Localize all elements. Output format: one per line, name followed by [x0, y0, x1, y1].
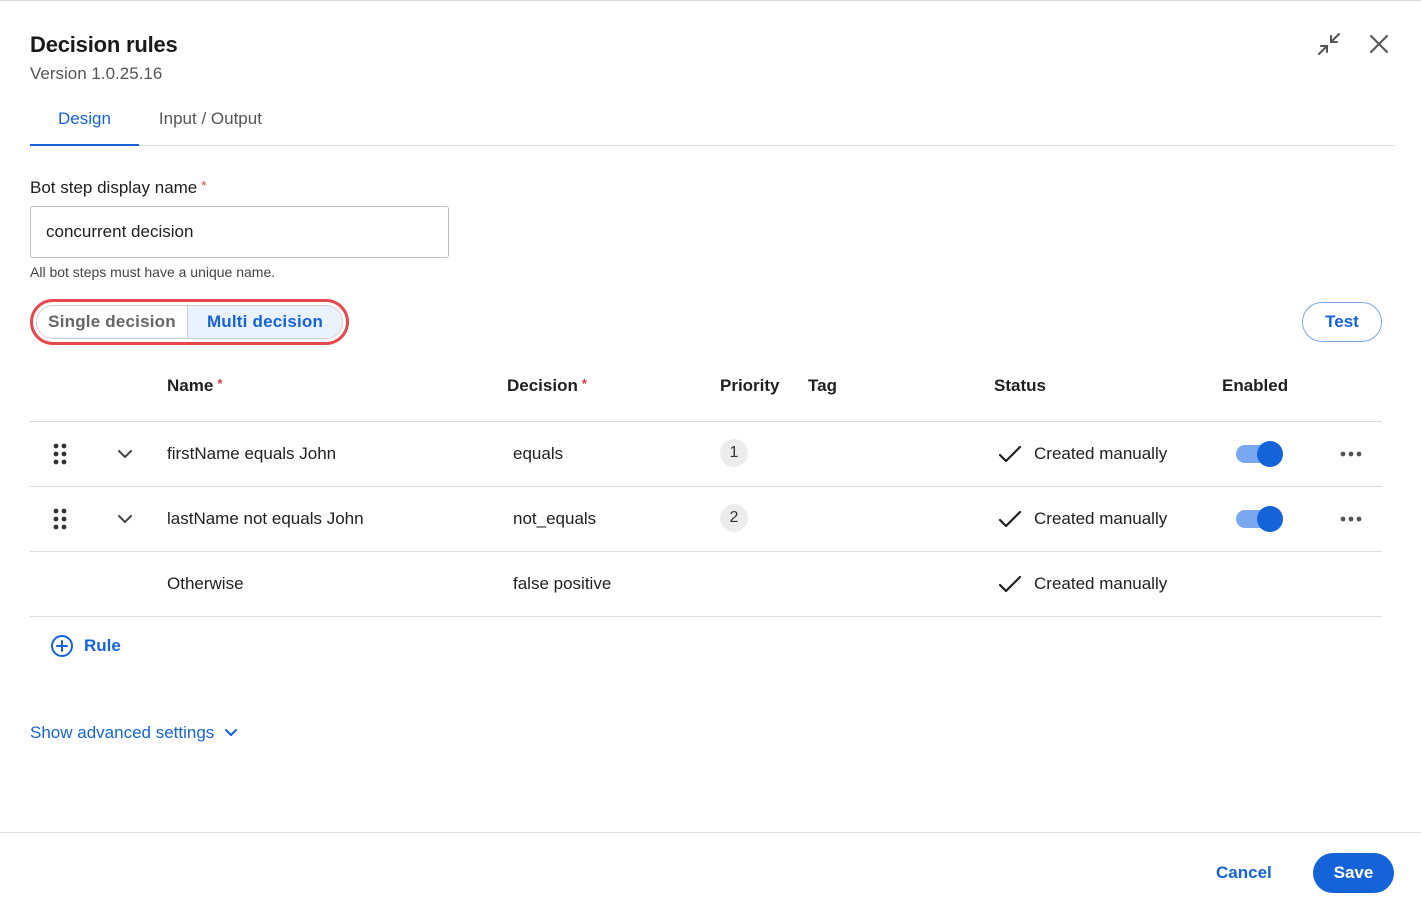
- header-enabled: Enabled: [1222, 376, 1289, 395]
- test-button[interactable]: Test: [1302, 302, 1382, 342]
- chevron-down-icon[interactable]: [114, 422, 136, 486]
- bot-step-name-input[interactable]: [30, 206, 449, 258]
- bot-step-helper-text: All bot steps must have a unique name.: [30, 264, 276, 280]
- status-text: Created manually: [1034, 444, 1168, 463]
- checkmark-icon: [998, 445, 1022, 463]
- priority-badge: 1: [720, 439, 748, 467]
- dialog-version: Version 1.0.25.16: [30, 64, 163, 83]
- toggle-knob: [1257, 506, 1283, 532]
- decision-mode-toggle: Single decision Multi decision: [36, 305, 343, 339]
- rule-decision: false positive: [513, 574, 612, 593]
- header-priority: Priority: [720, 376, 780, 395]
- dialog-footer: Cancel Save: [0, 832, 1421, 912]
- dialog-header: Decision rules Version 1.0.25.16: [30, 32, 178, 84]
- advanced-settings-label: Show advanced settings: [30, 723, 215, 742]
- tab-bar: Design Input / Output: [30, 100, 1394, 146]
- table-header: Name * Decision * Priority Tag Status Enab…: [30, 360, 1382, 422]
- dialog-title: Decision rules: [30, 32, 178, 57]
- save-button[interactable]: Save: [1313, 853, 1394, 893]
- header-decision: Decision *: [507, 376, 587, 396]
- status-cell: Created manually: [998, 422, 1167, 486]
- add-rule-button[interactable]: Rule: [50, 634, 121, 658]
- single-decision-button[interactable]: Single decision: [37, 306, 189, 338]
- priority-cell: 1: [720, 422, 748, 486]
- more-options-icon[interactable]: [1338, 422, 1364, 486]
- more-options-icon[interactable]: [1338, 487, 1364, 551]
- header-tag: Tag: [808, 376, 837, 395]
- rule-decision: equals: [513, 444, 564, 463]
- plus-circle-icon: [51, 635, 73, 657]
- priority-badge: 2: [720, 504, 748, 532]
- show-advanced-settings-link[interactable]: Show advanced settings: [30, 723, 238, 743]
- chevron-down-icon[interactable]: [114, 487, 136, 551]
- priority-cell: 2: [720, 487, 748, 551]
- checkmark-icon: [998, 575, 1022, 593]
- required-asterisk: *: [201, 178, 207, 193]
- toggle-knob: [1257, 441, 1283, 467]
- required-asterisk: *: [217, 376, 223, 391]
- enabled-toggle[interactable]: [1236, 506, 1283, 532]
- drag-handle-icon[interactable]: [50, 422, 70, 486]
- close-icon[interactable]: [1365, 30, 1393, 58]
- rule-name: Otherwise: [167, 574, 244, 593]
- header-name-text: Name: [167, 376, 214, 395]
- table-row: firstName equals John equals 1 Created m…: [30, 422, 1382, 487]
- add-rule-label: Rule: [84, 636, 121, 655]
- required-asterisk: *: [581, 376, 587, 391]
- bot-step-label: Bot step display name *: [30, 178, 206, 198]
- cancel-button[interactable]: Cancel: [1200, 853, 1288, 893]
- drag-handle-icon[interactable]: [50, 487, 70, 551]
- rule-decision: not_equals: [513, 509, 597, 528]
- enabled-cell: [1236, 422, 1283, 486]
- header-name: Name *: [167, 376, 222, 396]
- multi-decision-button[interactable]: Multi decision: [188, 306, 342, 338]
- header-actions: [1315, 30, 1393, 58]
- rule-name: firstName equals John: [167, 444, 337, 463]
- table-row: lastName not equals John not_equals 2 Cr…: [30, 487, 1382, 552]
- status-cell: Created manually: [998, 552, 1167, 616]
- bot-step-label-text: Bot step display name: [30, 178, 198, 197]
- status-text: Created manually: [1034, 509, 1168, 528]
- rules-table: Name * Decision * Priority Tag Status Enab…: [30, 360, 1382, 617]
- header-status: Status: [994, 376, 1046, 395]
- status-cell: Created manually: [998, 487, 1167, 551]
- enabled-toggle[interactable]: [1236, 441, 1283, 467]
- checkmark-icon: [998, 510, 1022, 528]
- rule-name: lastName not equals John: [167, 509, 364, 528]
- tab-design[interactable]: Design: [30, 100, 139, 146]
- decision-mode-highlight: Single decision Multi decision: [30, 299, 349, 345]
- enabled-cell: [1236, 487, 1283, 551]
- top-divider: [0, 0, 1421, 1]
- collapse-icon[interactable]: [1315, 30, 1343, 58]
- tab-input-output[interactable]: Input / Output: [139, 100, 290, 146]
- header-decision-text: Decision: [507, 376, 578, 395]
- table-row-otherwise: Otherwise false positive Created manuall…: [30, 552, 1382, 617]
- chevron-down-icon: [225, 729, 238, 736]
- status-text: Created manually: [1034, 574, 1168, 593]
